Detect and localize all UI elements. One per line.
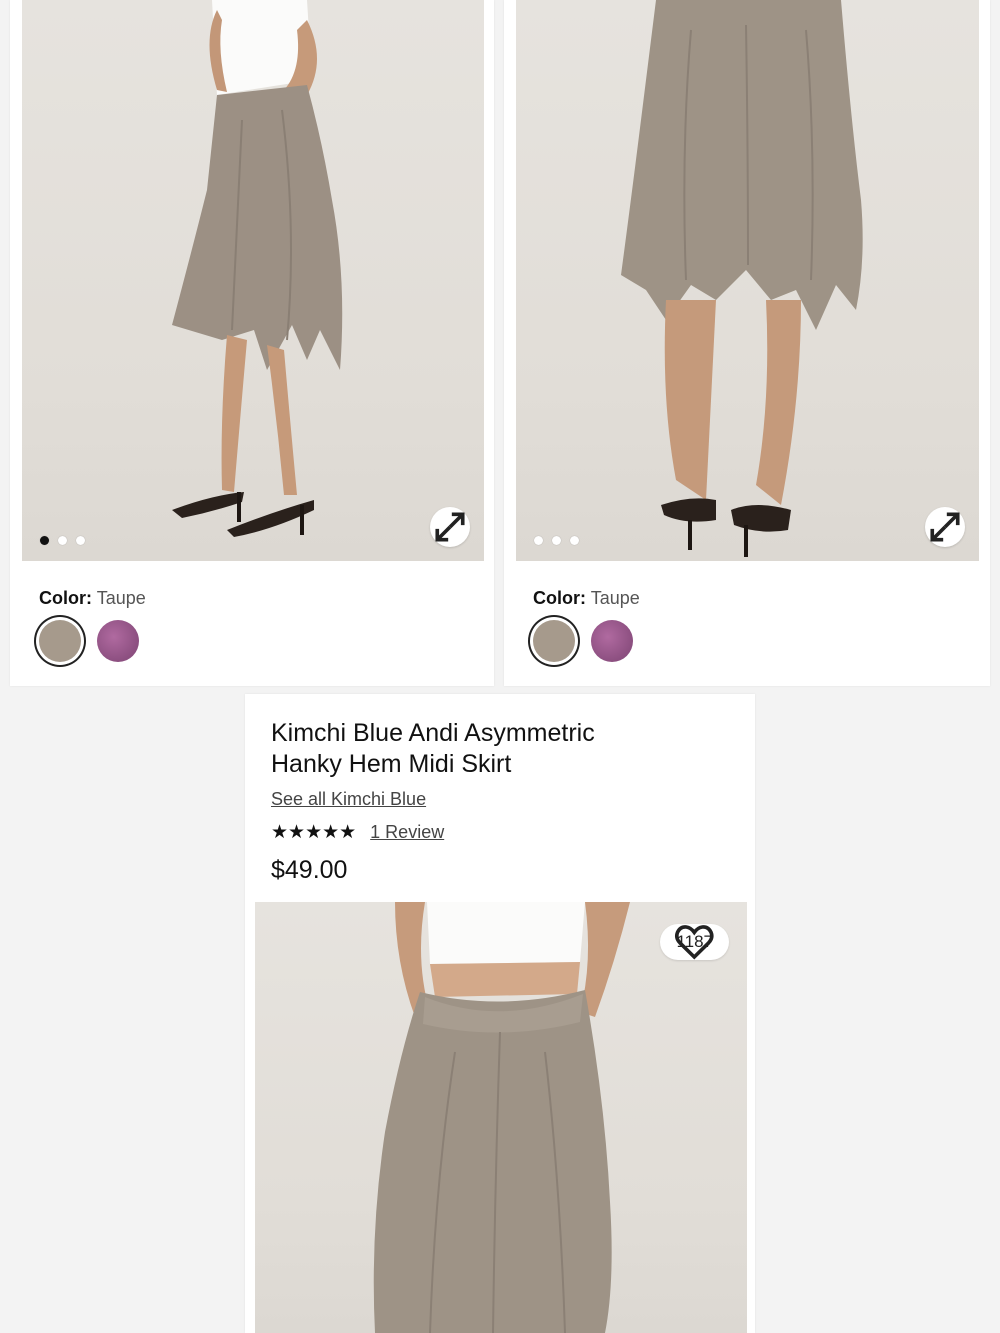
expand-arrows-icon <box>435 512 465 542</box>
product-detail-card: Kimchi Blue Andi Asymmetric Hanky Hem Mi… <box>245 694 755 1333</box>
product-title-line-1: Kimchi Blue Andi Asymmetric <box>271 719 595 747</box>
reviews-link[interactable]: 1 Review <box>370 822 444 843</box>
swatch-plum[interactable] <box>591 620 633 662</box>
color-selection-label: Color: Taupe <box>533 588 640 609</box>
expand-image-button[interactable] <box>430 507 470 547</box>
carousel-dot[interactable] <box>40 536 49 545</box>
carousel-dot[interactable] <box>76 536 85 545</box>
product-main-image[interactable]: 1187 <box>255 902 747 1333</box>
color-value: Taupe <box>96 588 146 608</box>
product-rating: ★★★★★ 1 Review <box>271 821 444 844</box>
expand-arrows-icon <box>930 512 960 542</box>
carousel-dots[interactable] <box>534 536 579 545</box>
product-title: Kimchi Blue Andi Asymmetric Hanky Hem Mi… <box>271 718 691 780</box>
product-photo-back-view <box>621 0 863 557</box>
color-label: Color: <box>533 588 586 608</box>
carousel-dot[interactable] <box>534 536 543 545</box>
product-title-line-2: Hanky Hem Midi Skirt <box>271 750 512 778</box>
product-photo-front-view <box>373 902 630 1333</box>
swatch-taupe[interactable] <box>39 620 81 662</box>
product-card-left: Color: Taupe <box>10 0 494 686</box>
favorite-button[interactable]: 1187 <box>660 924 729 960</box>
carousel-dot[interactable] <box>552 536 561 545</box>
color-label: Color: <box>39 588 92 608</box>
swatch-taupe[interactable] <box>533 620 575 662</box>
product-photo-side-view <box>172 0 343 537</box>
swatch-plum[interactable] <box>97 620 139 662</box>
product-card-right: Color: Taupe <box>504 0 990 686</box>
see-all-brand-link[interactable]: See all Kimchi Blue <box>271 789 426 810</box>
expand-image-button[interactable] <box>925 507 965 547</box>
carousel-dot[interactable] <box>570 536 579 545</box>
color-value: Taupe <box>590 588 640 608</box>
color-swatches <box>39 620 139 662</box>
product-image-carousel[interactable] <box>516 0 979 561</box>
carousel-dot[interactable] <box>58 536 67 545</box>
heart-outline-icon <box>675 925 715 960</box>
product-image-carousel[interactable] <box>22 0 484 561</box>
carousel-dots[interactable] <box>40 536 85 545</box>
color-swatches <box>533 620 633 662</box>
star-rating-icon: ★★★★★ <box>271 822 357 843</box>
color-selection-label: Color: Taupe <box>39 588 146 609</box>
product-price: $49.00 <box>271 856 348 884</box>
